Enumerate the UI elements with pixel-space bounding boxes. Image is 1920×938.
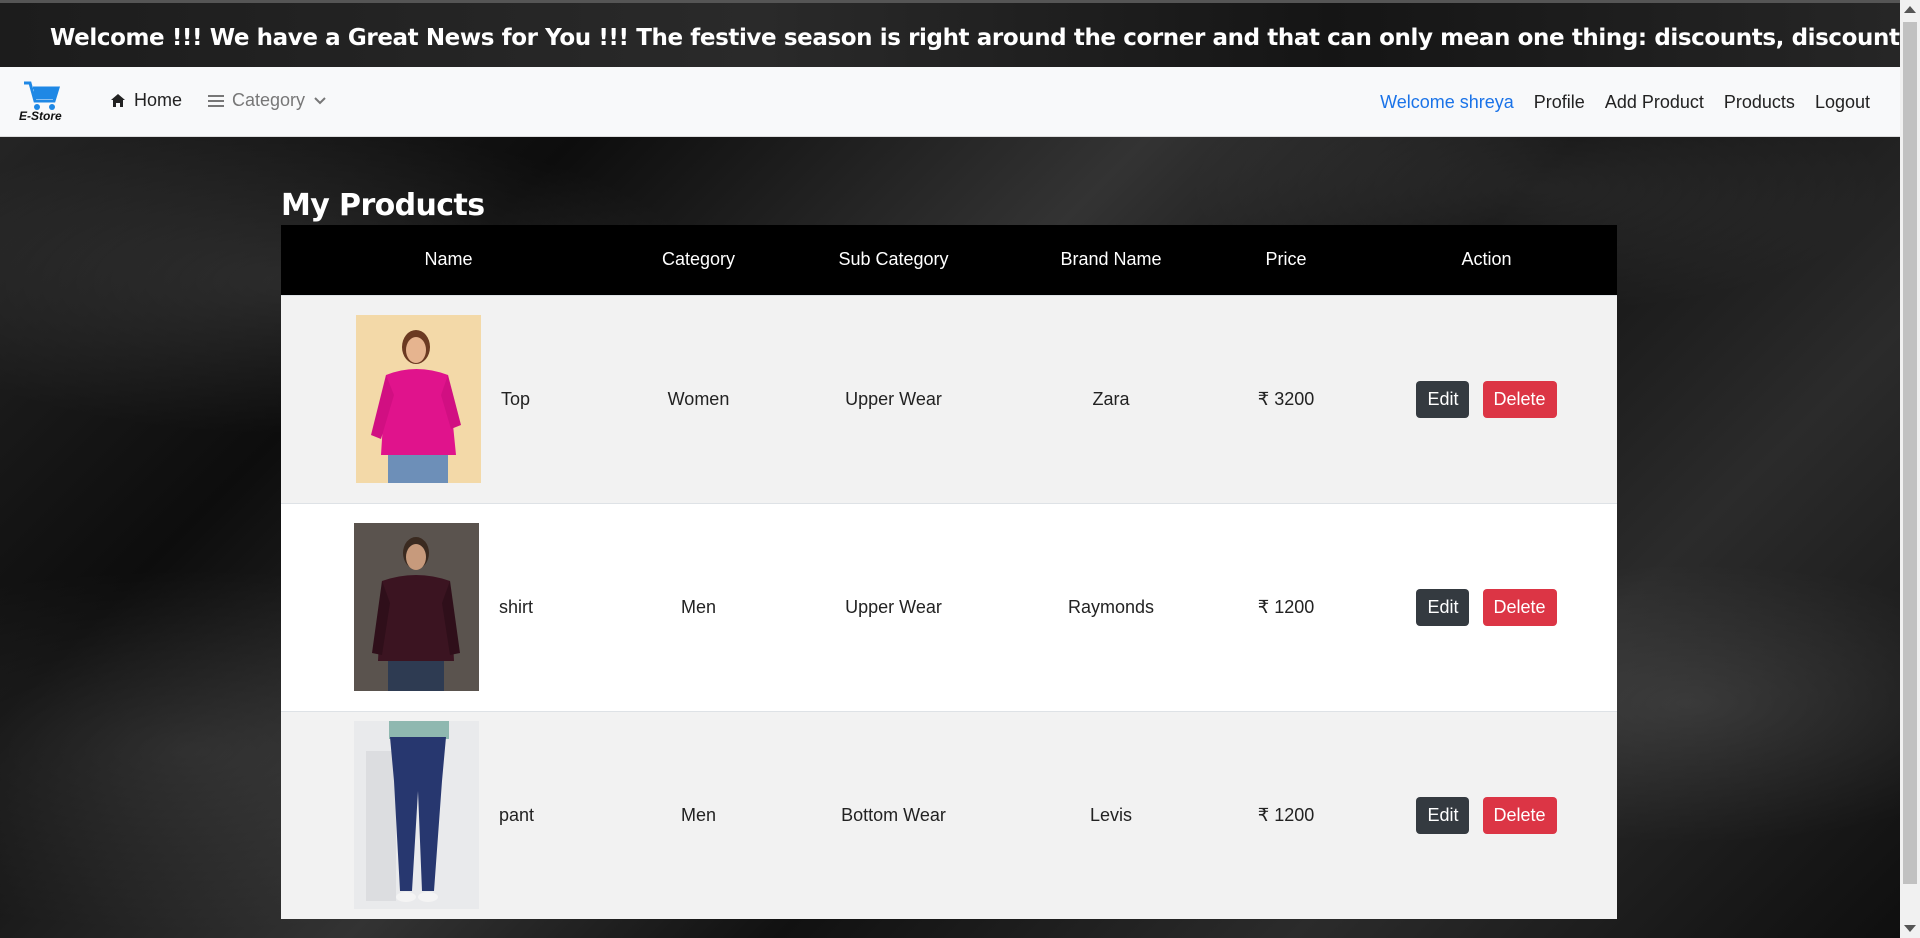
product-sub-category: Upper Wear bbox=[845, 388, 942, 409]
delete-button[interactable]: Delete bbox=[1482, 588, 1557, 626]
nav-left: Home Category bbox=[110, 90, 327, 111]
header-price: Price bbox=[1265, 249, 1307, 270]
product-price: ₹ 3200 bbox=[1257, 388, 1315, 409]
announcement-marquee: Welcome !!! We have a Great News for You… bbox=[0, 0, 1900, 67]
header-brand-name: Brand Name bbox=[1060, 249, 1162, 270]
product-brand: Zara bbox=[1092, 388, 1130, 409]
edit-button[interactable]: Edit bbox=[1416, 588, 1470, 626]
product-image-shirt bbox=[354, 523, 479, 691]
page-scrollbar[interactable] bbox=[1900, 0, 1920, 938]
product-category: Men bbox=[680, 804, 716, 825]
delete-button[interactable]: Delete bbox=[1482, 796, 1557, 834]
navbar: E-Store Home Category Welcome shreya Pro… bbox=[0, 67, 1900, 137]
product-sub-category: Upper Wear bbox=[845, 596, 942, 617]
home-icon bbox=[111, 94, 125, 107]
nav-category-label: Category bbox=[232, 90, 306, 110]
nav-profile[interactable]: Profile bbox=[1534, 92, 1585, 113]
marquee-text: Welcome !!! We have a Great News for You… bbox=[50, 25, 1900, 51]
products-table: Name Category Sub Category Brand Name Pr… bbox=[281, 225, 1617, 919]
product-category: Women bbox=[667, 388, 730, 409]
product-brand: Raymonds bbox=[1067, 596, 1155, 617]
edit-button[interactable]: Edit bbox=[1416, 380, 1470, 418]
table-header-row: Name Category Sub Category Brand Name Pr… bbox=[281, 225, 1617, 295]
nav-add-product[interactable]: Add Product bbox=[1605, 92, 1704, 113]
table-row: pant Men Bottom Wear Levis ₹ 1200 Edit D… bbox=[281, 711, 1617, 919]
nav-home[interactable]: Home bbox=[110, 90, 182, 111]
product-name: pant bbox=[499, 804, 535, 825]
nav-products[interactable]: Products bbox=[1724, 92, 1795, 113]
header-sub-category: Sub Category bbox=[838, 249, 949, 270]
nav-home-label: Home bbox=[134, 90, 183, 110]
product-category: Men bbox=[680, 596, 716, 617]
chevron-down-icon bbox=[314, 96, 326, 104]
nav-logout[interactable]: Logout bbox=[1815, 92, 1870, 113]
product-image-top bbox=[356, 315, 481, 483]
edit-button[interactable]: Edit bbox=[1416, 796, 1470, 834]
products-table-container: Name Category Sub Category Brand Name Pr… bbox=[281, 225, 1617, 938]
brand-logo[interactable]: E-Store bbox=[18, 79, 68, 129]
page-title: My Products bbox=[281, 188, 485, 223]
nav-category-dropdown[interactable]: Category bbox=[208, 90, 327, 111]
product-name: shirt bbox=[499, 596, 534, 617]
cart-icon bbox=[24, 81, 61, 110]
scroll-up-icon[interactable] bbox=[1904, 6, 1916, 13]
scroll-down-icon[interactable] bbox=[1904, 925, 1916, 932]
delete-button[interactable]: Delete bbox=[1482, 380, 1557, 418]
product-price: ₹ 1200 bbox=[1257, 804, 1315, 825]
brand-name: E-Store bbox=[19, 109, 62, 123]
table-row: shirt Men Upper Wear Raymonds ₹ 1200 Edi… bbox=[281, 503, 1617, 711]
product-sub-category: Bottom Wear bbox=[841, 804, 946, 825]
header-category: Category bbox=[661, 249, 736, 270]
table-row: Top Women Upper Wear Zara ₹ 3200 Edit De… bbox=[281, 295, 1617, 503]
scroll-thumb[interactable] bbox=[1903, 22, 1917, 884]
menu-icon bbox=[208, 95, 225, 107]
nav-right: Welcome shreya Profile Add Product Produ… bbox=[1380, 92, 1870, 113]
product-price: ₹ 1200 bbox=[1257, 596, 1315, 617]
nav-welcome-user[interactable]: Welcome shreya bbox=[1380, 92, 1514, 113]
product-brand: Levis bbox=[1089, 804, 1133, 825]
product-image-pant bbox=[354, 721, 479, 910]
product-name: Top bbox=[501, 388, 531, 409]
header-action: Action bbox=[1461, 249, 1512, 270]
header-name: Name bbox=[424, 249, 473, 270]
